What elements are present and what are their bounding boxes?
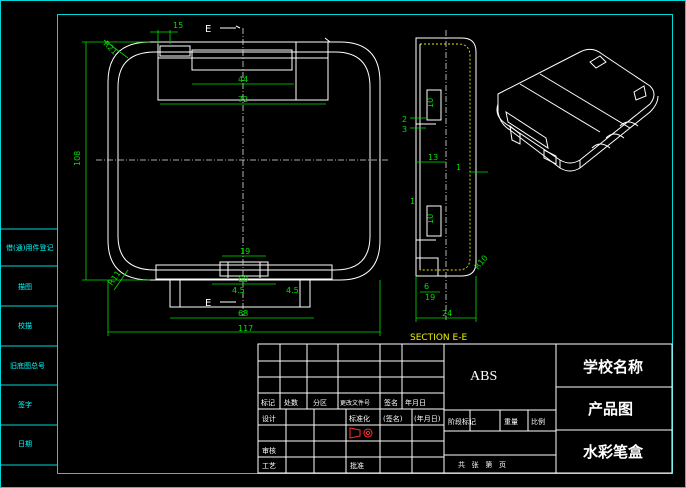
section-label: SECTION E-E: [410, 333, 467, 343]
standardize-label: 标准化: [349, 414, 370, 423]
side-label-strip: 借(通)用件登记 描图 校描 旧底图总号 签字 日期: [0, 228, 57, 466]
material-text: ABS: [470, 369, 497, 384]
process-label: 工艺: [262, 462, 276, 470]
dim-1-left: 1: [410, 197, 415, 206]
dim-60: 60: [238, 275, 248, 284]
row-label-5: 签名: [384, 398, 398, 407]
dim-68: 68: [238, 309, 248, 318]
stage-label: 阶段标记: [448, 417, 476, 426]
front-view: [96, 28, 390, 316]
dim-44: 44: [238, 75, 248, 84]
review-label: 审核: [262, 446, 276, 455]
side-label-2: 描图: [18, 282, 32, 291]
design-label: 设计: [262, 414, 276, 423]
row-label-2: 处数: [284, 398, 298, 407]
dim-1-right: 1: [456, 163, 461, 172]
weight-label: 重量: [504, 418, 518, 426]
date-label: (年月日): [414, 414, 441, 423]
section-marker-bottom: E: [205, 298, 211, 309]
dim-72: 72: [238, 95, 248, 104]
title-block: ABS 学校名称 产品图 水彩笔盒 标记 处数 分区 更改文件号 签名 年月日 …: [257, 343, 673, 474]
scale-label: 比例: [531, 417, 545, 426]
sheets-label: 共 张 第 页: [458, 460, 506, 469]
dim-6: 6: [424, 282, 429, 291]
row-label-3: 分区: [313, 398, 327, 407]
dim-10-top: 10: [426, 98, 435, 108]
side-label-1: 借(通)用件登记: [6, 243, 53, 252]
row-label-6: 年月日: [405, 398, 426, 407]
isometric-view: [496, 48, 659, 172]
part-name: 水彩笔盒: [583, 443, 644, 461]
dim-117: 117: [238, 324, 253, 333]
dim-19-section: 19: [425, 293, 435, 302]
dim-13: 13: [428, 153, 438, 162]
sign-label: (签名): [383, 414, 403, 423]
dim-3: 3: [402, 125, 407, 134]
side-label-6: 日期: [18, 440, 32, 448]
outer-border: [0, 0, 686, 488]
front-dimensions: 15 E 44 72 108 R21 R11 19 60 4.5 4.5 E 6…: [73, 21, 381, 336]
dim-108: 108: [73, 151, 82, 166]
projection-symbol-icon: [363, 428, 373, 438]
side-label-3: 校描: [18, 321, 32, 330]
dim-19-front: 19: [240, 247, 250, 256]
dim-4-5-right: 4.5: [286, 286, 299, 295]
side-label-4: 旧底图总号: [10, 361, 45, 370]
row-label-1: 标记: [261, 398, 275, 407]
dim-15: 15: [173, 21, 183, 30]
dim-r10: R10: [473, 253, 490, 271]
dim-24: 24: [442, 309, 452, 318]
drawing-type: 产品图: [588, 400, 633, 418]
school-name: 学校名称: [583, 358, 643, 376]
approve-label: 批准: [350, 461, 364, 470]
dim-2: 2: [402, 115, 407, 124]
dim-10-bottom: 10: [426, 214, 435, 224]
row-label-4: 更改文件号: [340, 399, 370, 407]
section-marker-top: E: [205, 24, 211, 35]
section-view: [415, 30, 477, 320]
side-label-5: 签字: [18, 400, 32, 409]
cad-drawing-canvas: 借(通)用件登记 描图 校描 旧底图总号 签字 日期 15 E 44 72 10…: [0, 0, 686, 488]
dim-4-5-left: 4.5: [232, 286, 245, 295]
